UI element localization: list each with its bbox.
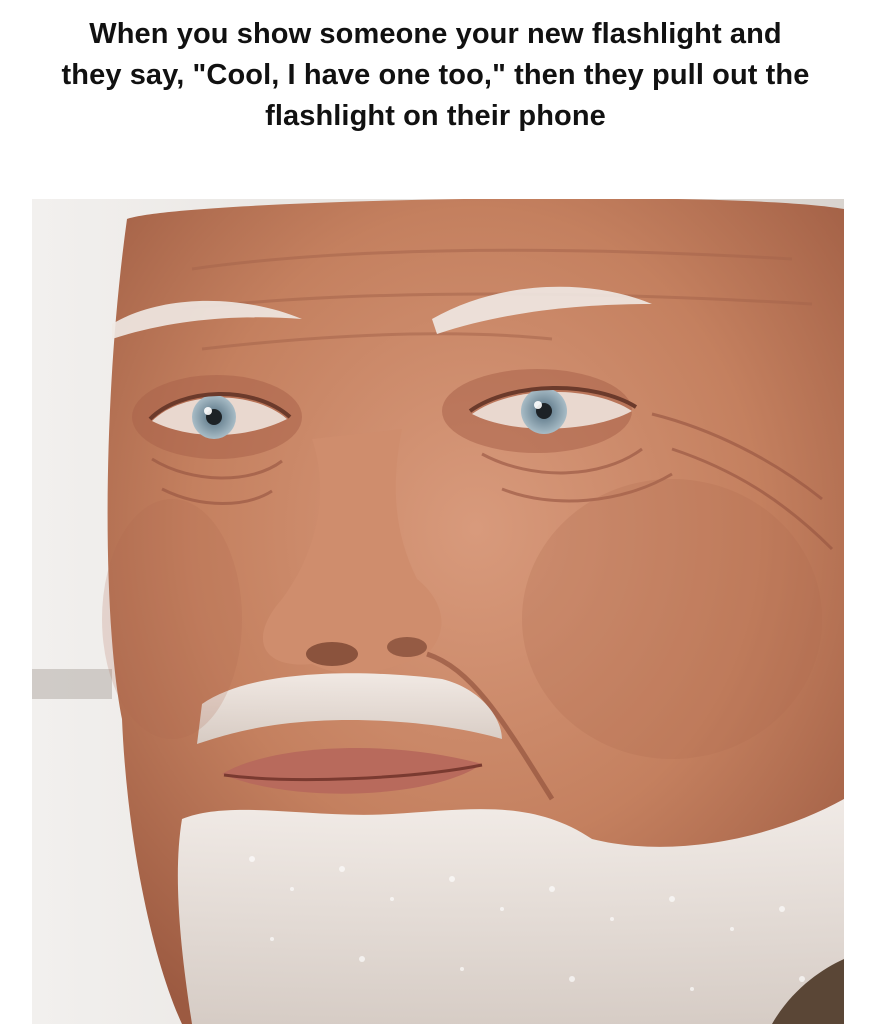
face-illustration bbox=[32, 199, 844, 1024]
meme-photo bbox=[32, 199, 844, 1024]
meme-card: When you show someone your new flashligh… bbox=[0, 0, 871, 1024]
meme-caption: When you show someone your new flashligh… bbox=[61, 18, 810, 132]
